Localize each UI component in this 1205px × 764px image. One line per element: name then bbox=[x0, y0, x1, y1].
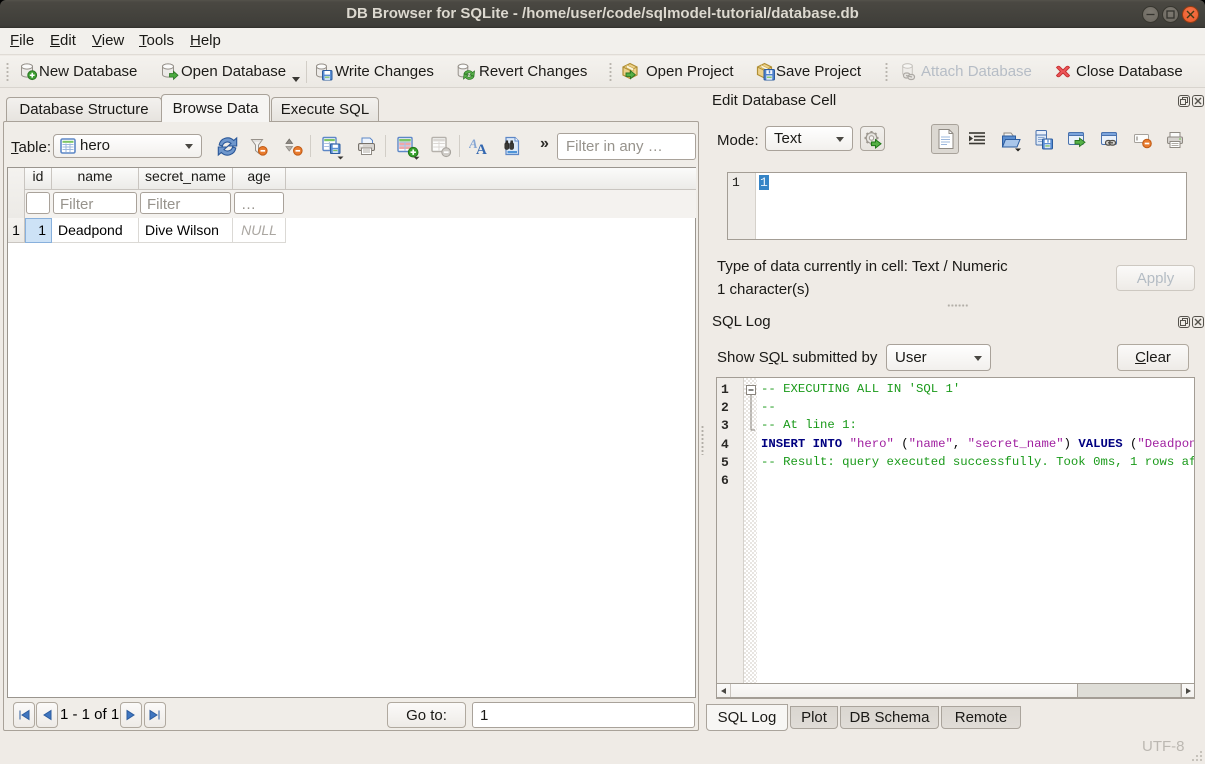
svg-text:A: A bbox=[476, 142, 487, 156]
